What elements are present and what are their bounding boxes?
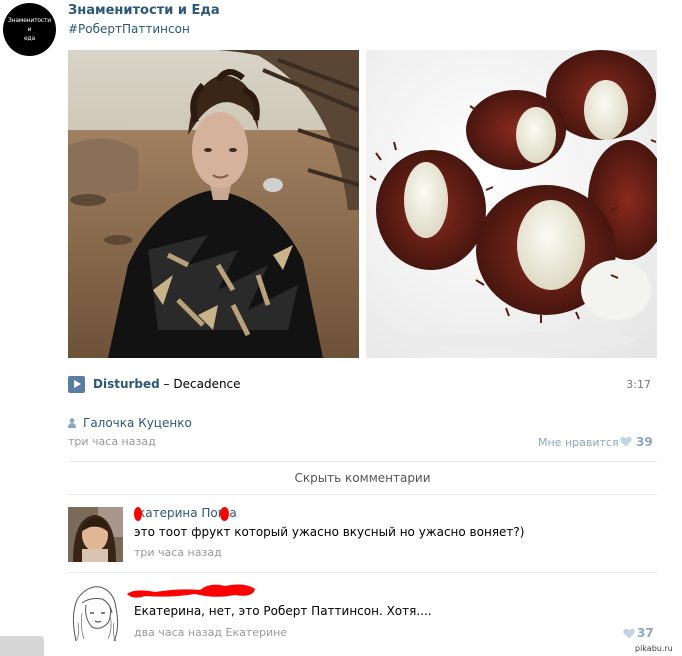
- group-avatar-line-2: и: [27, 26, 32, 33]
- comment-like-count[interactable]: 37: [637, 626, 654, 640]
- comment-timestamp[interactable]: два часа назад Екатерине: [134, 626, 287, 639]
- group-name-link[interactable]: Знаменитости и Еда: [68, 3, 220, 18]
- fruit-photo-illustration: [366, 50, 657, 358]
- group-avatar-line-3: еда: [24, 35, 35, 42]
- user-icon: [68, 418, 76, 428]
- comment-text: это тоот фрукт который ужасно вкусный но…: [134, 525, 525, 539]
- redaction-mark: [220, 507, 229, 521]
- like-count[interactable]: 39: [636, 435, 653, 449]
- post-author-link[interactable]: Галочка Куценко: [83, 416, 192, 430]
- comment-divider: [68, 572, 657, 573]
- portrait-photo-illustration: [68, 50, 359, 358]
- comment-timestamp[interactable]: три часа назад: [134, 546, 222, 559]
- group-avatar-line-1: Знаменитости: [8, 17, 51, 24]
- like-button-label[interactable]: Мне нравится: [538, 436, 619, 449]
- audio-title[interactable]: Decadence: [173, 377, 240, 391]
- redacted-author-name: [127, 584, 255, 598]
- hashtag-link[interactable]: #РобертПаттинсон: [68, 22, 190, 36]
- comment-avatar-photo: [68, 507, 123, 562]
- audio-duration: 3:17: [626, 378, 651, 391]
- heart-icon[interactable]: [623, 628, 635, 639]
- redaction-mark: [134, 507, 142, 521]
- audio-track-label: Disturbed – Decadence: [93, 377, 241, 391]
- comment-text: Екатерина, нет, это Роберт Паттинсон. Хо…: [134, 604, 432, 618]
- watermark: pikabu.ru: [635, 644, 673, 653]
- comment-avatar[interactable]: [68, 507, 123, 562]
- audio-separator: –: [159, 377, 174, 391]
- post-photo-portrait[interactable]: [68, 50, 359, 358]
- group-avatar[interactable]: Знаменитости и еда: [3, 3, 56, 56]
- audio-track[interactable]: Disturbed – Decadence 3:17: [68, 376, 657, 394]
- heart-icon[interactable]: [620, 436, 632, 447]
- play-icon[interactable]: [68, 376, 85, 393]
- comment-avatar-drawing: [68, 583, 123, 643]
- audio-artist[interactable]: Disturbed: [93, 377, 160, 391]
- side-panel-stub: [0, 636, 44, 656]
- post-timestamp[interactable]: три часа назад: [68, 435, 156, 448]
- hide-comments-button[interactable]: Скрыть комментарии: [68, 461, 657, 495]
- comment-author-link[interactable]: катерина Поп а: [134, 506, 237, 521]
- post-photo-fruit[interactable]: [366, 50, 657, 358]
- comment-avatar[interactable]: [68, 583, 123, 643]
